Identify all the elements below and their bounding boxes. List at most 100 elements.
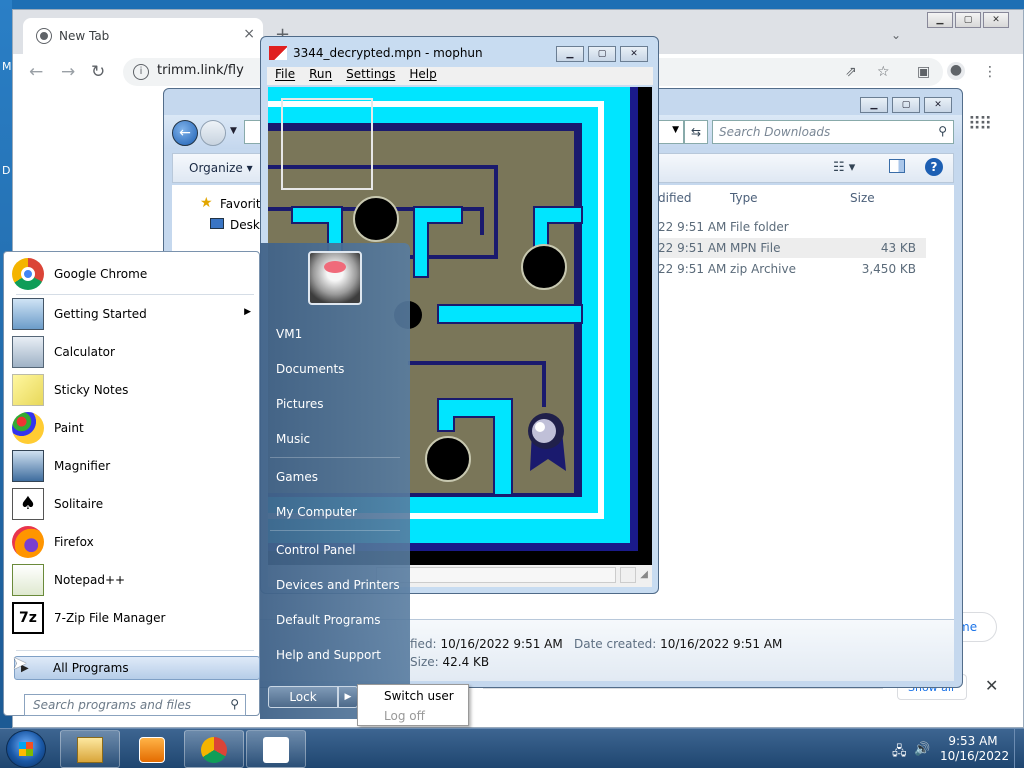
bookmark-star-icon[interactable]: ☆: [877, 64, 890, 80]
recent-pages-chevron-icon[interactable]: ▼: [230, 126, 237, 136]
log-off-item[interactable]: Log off: [384, 709, 425, 723]
download-bar-close-icon[interactable]: ✕: [985, 676, 998, 695]
all-programs-button[interactable]: ▶ All Programs: [14, 656, 260, 680]
start-link-default-programs[interactable]: Default Programs: [276, 613, 381, 627]
program-paint[interactable]: Paint: [12, 410, 257, 446]
menu-kebab-icon[interactable]: ⋮: [983, 64, 997, 80]
minimize-button[interactable]: ▁: [927, 12, 953, 28]
start-link-music[interactable]: Music: [276, 432, 310, 446]
user-avatar[interactable]: [308, 251, 362, 305]
profile-avatar-icon[interactable]: ●: [947, 62, 965, 80]
menu-file[interactable]: File: [275, 67, 295, 85]
forward-arrow-icon[interactable]: →: [61, 62, 75, 82]
volume-icon[interactable]: 🔊: [914, 742, 930, 757]
taskbar-explorer[interactable]: [60, 730, 120, 768]
organize-button[interactable]: Organize ▾: [189, 161, 253, 175]
start-link-user[interactable]: VM1: [276, 327, 302, 341]
program-magnifier[interactable]: Magnifier: [12, 448, 257, 484]
apps-grid-icon[interactable]: ⠿⠿: [968, 114, 992, 135]
shutdown-options-arrow-icon[interactable]: ▶: [338, 686, 358, 708]
address-dropdown-icon[interactable]: ▼: [672, 125, 679, 135]
lock-button[interactable]: Lock: [268, 686, 338, 708]
tab-search-chevron-icon[interactable]: ⌄: [891, 28, 901, 42]
file-modified: 22 9:51 AM: [658, 220, 727, 234]
menu-run[interactable]: Run: [309, 67, 332, 85]
column-date-modified[interactable]: dified: [658, 191, 692, 205]
detail-created: Date created: 10/16/2022 9:51 AM: [574, 637, 782, 651]
reload-icon[interactable]: ↻: [91, 62, 105, 82]
mophun-maximize-button[interactable]: ▢: [588, 46, 616, 62]
program-7zip[interactable]: 7z 7-Zip File Manager: [12, 600, 257, 636]
desktop-label-d: D: [2, 164, 11, 177]
maximize-button[interactable]: ▢: [955, 12, 981, 28]
horizontal-scrollbar[interactable]: [376, 567, 616, 583]
program-firefox[interactable]: Firefox: [12, 524, 257, 560]
refresh-icon[interactable]: ⇆: [684, 120, 708, 144]
column-type[interactable]: Type: [730, 191, 758, 205]
close-button[interactable]: ✕: [983, 12, 1009, 28]
explorer-close-button[interactable]: ✕: [924, 97, 952, 113]
start-link-control-panel[interactable]: Control Panel: [276, 543, 356, 557]
start-orb-button[interactable]: [6, 730, 46, 768]
detail-size: Size: 42.4 KB: [410, 655, 489, 669]
start-link-pictures[interactable]: Pictures: [276, 397, 324, 411]
explorer-maximize-button[interactable]: ▢: [892, 97, 920, 113]
program-getting-started[interactable]: Getting Started ▶: [12, 296, 257, 332]
explorer-minimize-button[interactable]: ▁: [860, 97, 888, 113]
chrome-icon: [201, 737, 227, 763]
explorer-back-icon[interactable]: ←: [172, 120, 198, 146]
network-icon[interactable]: 🖧: [892, 742, 907, 764]
start-menu: Google Chrome Getting Started ▶ Calculat…: [0, 243, 410, 719]
favorites-star-icon: ★: [200, 195, 213, 211]
resize-grip-icon[interactable]: ◢: [640, 569, 648, 580]
program-label: Magnifier: [54, 459, 111, 473]
mouse-cursor-icon: ➤: [12, 653, 28, 674]
start-link-documents[interactable]: Documents: [276, 362, 344, 376]
program-notepadpp[interactable]: Notepad++: [12, 562, 257, 598]
taskbar-clock[interactable]: 9:53 AM 10/16/2022: [940, 734, 1009, 764]
file-row-selected[interactable]: 22 9:51 AM MPN File 43 KB: [656, 238, 926, 258]
preview-pane-icon[interactable]: [889, 159, 905, 173]
share-icon[interactable]: ⇗: [845, 64, 857, 80]
program-calculator[interactable]: Calculator: [12, 334, 257, 370]
menu-settings[interactable]: Settings: [346, 67, 395, 85]
file-size: 3,450 KB: [861, 262, 916, 276]
side-panel-icon[interactable]: ▣: [917, 64, 930, 80]
detail-modified-label: fied:: [410, 637, 437, 651]
menu-help[interactable]: Help: [409, 67, 436, 85]
explorer-forward-icon[interactable]: [200, 120, 226, 146]
help-icon[interactable]: ?: [925, 158, 943, 176]
program-label: 7-Zip File Manager: [54, 611, 166, 625]
taskbar-media-player[interactable]: [122, 730, 182, 768]
start-link-games[interactable]: Games: [276, 470, 318, 484]
mophun-minimize-button[interactable]: ▁: [556, 46, 584, 62]
start-link-devices[interactable]: Devices and Printers: [276, 578, 400, 592]
program-google-chrome[interactable]: Google Chrome: [12, 256, 257, 292]
start-menu-places: VM1 Documents Pictures Music Games My Co…: [260, 243, 410, 719]
back-arrow-icon[interactable]: ←: [29, 62, 43, 82]
desktop-label-m: M: [2, 60, 12, 73]
site-info-icon[interactable]: i: [133, 64, 149, 80]
chrome-window-controls: ▁ ▢ ✕: [927, 12, 1009, 28]
switch-user-item[interactable]: Switch user: [384, 689, 454, 703]
start-link-computer[interactable]: My Computer: [276, 505, 357, 519]
taskbar-chrome[interactable]: [184, 730, 244, 768]
notepadpp-icon: [12, 564, 44, 596]
taskbar-mophun[interactable]: [246, 730, 306, 768]
start-search-input[interactable]: Search programs and files ⚲: [24, 694, 246, 716]
change-view-icon[interactable]: ☷ ▾: [833, 160, 855, 175]
tab-close-icon[interactable]: ×: [243, 26, 255, 42]
file-row[interactable]: 22 9:51 AM zip Archive 3,450 KB: [656, 259, 926, 279]
program-sticky-notes[interactable]: Sticky Notes: [12, 372, 257, 408]
mophun-close-button[interactable]: ✕: [620, 46, 648, 62]
power-submenu: Switch user Log off: [357, 684, 469, 726]
file-row[interactable]: 22 9:51 AM File folder: [656, 217, 926, 237]
program-solitaire[interactable]: ♠ Solitaire: [12, 486, 257, 522]
column-size[interactable]: Size: [850, 191, 875, 205]
chrome-favicon-icon: [36, 28, 52, 44]
show-desktop-button[interactable]: [1014, 729, 1024, 768]
7zip-icon: 7z: [12, 602, 44, 634]
tab-new-tab[interactable]: New Tab ×: [23, 18, 263, 54]
explorer-search-input[interactable]: Search Downloads ⚲: [712, 120, 954, 144]
start-link-help[interactable]: Help and Support: [276, 648, 381, 662]
